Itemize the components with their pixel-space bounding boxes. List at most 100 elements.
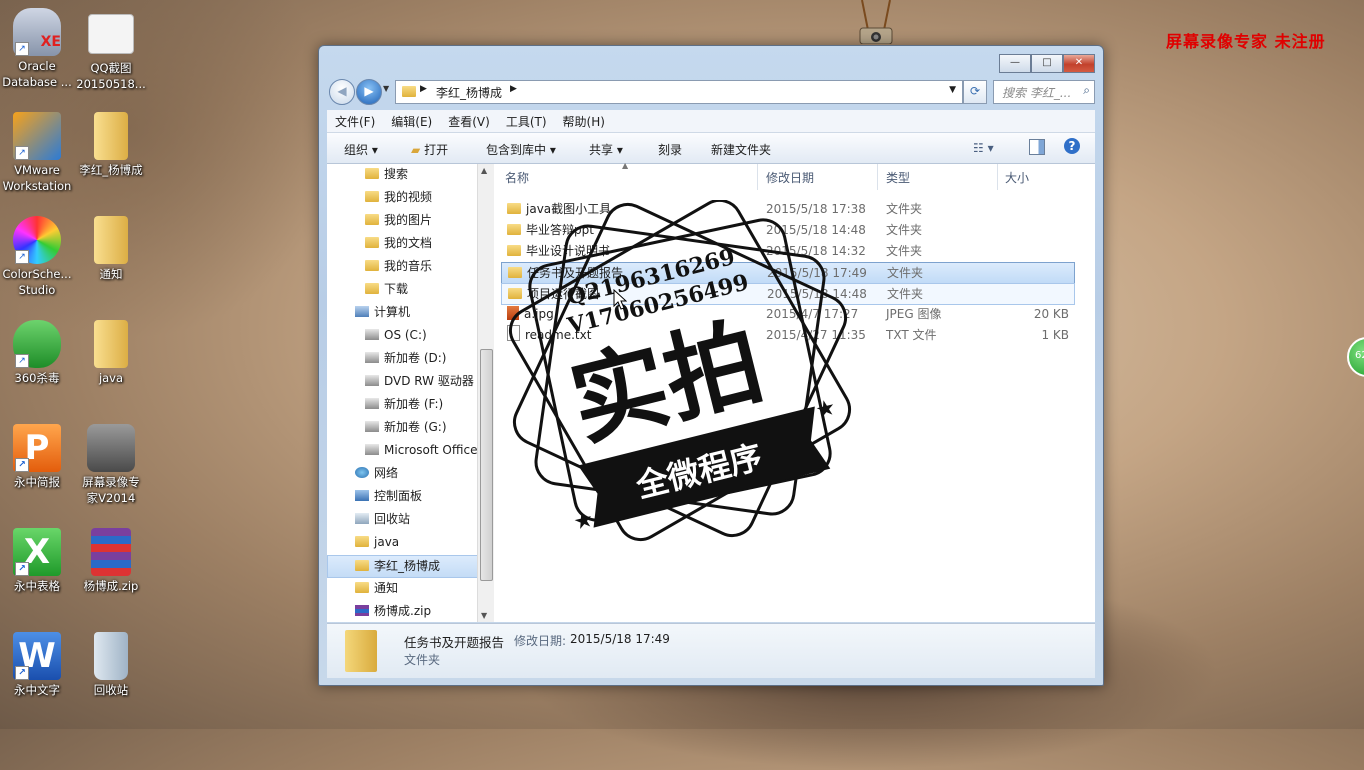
include-in-library-button[interactable]: 包含到库中 ▾ <box>486 141 556 158</box>
back-button[interactable]: ◀ <box>329 79 355 105</box>
archive-icon <box>91 528 131 576</box>
burn-button[interactable]: 刻录 <box>658 141 682 158</box>
folder-icon <box>507 245 521 256</box>
presentation-app-icon: P ↗ <box>13 424 61 472</box>
command-bar: 组织 ▾ ▰ 打开 包含到库中 ▾ 共享 ▾ 刻录 新建文件夹 ☷ ▾ ? <box>327 133 1095 164</box>
desktop-icon-colorscheme[interactable]: ↗ ColorSche... Studio <box>0 216 74 298</box>
menu-file[interactable]: 文件(F) <box>327 110 383 132</box>
nav-item-drive-f[interactable]: 新加卷 (F:) <box>365 394 443 415</box>
recent-pages-chevron-icon[interactable]: ▼ <box>383 84 389 93</box>
folder-icon <box>345 630 377 672</box>
folder-icon <box>94 216 128 264</box>
desktop-icon-recycle-bin[interactable]: 回收站 <box>74 632 148 698</box>
navigation-bar: ◀ ▶ ▼ ▶ 李红_杨博成 ▶ ▼ ⟳ 搜索 李红_... ⌕ <box>327 77 1095 107</box>
nav-item-notice[interactable]: 通知 <box>355 578 398 599</box>
new-folder-button[interactable]: 新建文件夹 <box>711 141 771 158</box>
open-icon: ▰ <box>411 143 421 157</box>
file-row[interactable]: a.jpg 2015/4/7 17:27 JPEG 图像 20 KB <box>501 304 1073 324</box>
menu-view[interactable]: 查看(V) <box>440 110 498 132</box>
nav-item-drive-g[interactable]: 新加卷 (G:) <box>365 417 447 438</box>
file-row[interactable]: java截图小工具 2015/5/18 17:38 文件夹 <box>501 199 1073 219</box>
desktop-icon-yozo-show[interactable]: P ↗ 永中简报 <box>0 424 74 490</box>
folder-icon <box>365 237 379 248</box>
nav-item-recycle-bin[interactable]: 回收站 <box>355 509 410 530</box>
details-pane: 任务书及开题报告 修改日期: 2015/5/18 17:49 文件夹 <box>327 623 1095 678</box>
open-button[interactable]: ▰ 打开 <box>411 141 448 158</box>
nav-item-network[interactable]: 网络 <box>355 463 398 484</box>
desktop-icon-screen-recorder[interactable]: 屏幕录像专 家V2014 <box>74 424 148 506</box>
desktop-icon-yozo-sheet[interactable]: X ↗ 永中表格 <box>0 528 74 594</box>
nav-item-computer[interactable]: 计算机 <box>355 302 410 323</box>
nav-item-downloads[interactable]: 下载 <box>365 279 408 300</box>
archive-icon <box>355 605 369 616</box>
nav-item-zip[interactable]: 杨博成.zip <box>355 601 431 622</box>
desktop-icon-zip[interactable]: 杨博成.zip <box>74 528 148 594</box>
file-row-selected[interactable]: 任务书及开题报告 2015/5/18 17:49 文件夹 <box>501 262 1075 284</box>
share-button[interactable]: 共享 ▾ <box>589 141 623 158</box>
mouse-cursor-icon <box>613 289 627 310</box>
details-type: 文件夹 <box>404 653 441 667</box>
breadcrumb-chevron-icon[interactable]: ▶ <box>510 84 517 94</box>
color-wheel-icon: ↗ <box>13 216 61 264</box>
navigation-pane: 搜索 我的视频 我的图片 我的文档 我的音乐 下载 计算机 OS (C:) 新加… <box>327 164 485 622</box>
nav-item-pictures[interactable]: 我的图片 <box>365 210 432 231</box>
file-row-hover[interactable]: 项目运行截图 2015/5/18 14:48 文件夹 <box>501 283 1075 305</box>
desktop-icon-folder-notice[interactable]: 通知 <box>74 216 148 282</box>
navigation-scrollbar[interactable]: ▲ ▼ <box>477 164 494 622</box>
desktop-icon-vmware[interactable]: ↗ VMware Workstation <box>0 112 74 194</box>
floating-badge[interactable]: 62 <box>1347 337 1364 377</box>
view-options-icon[interactable]: ☷ ▾ <box>973 141 994 155</box>
menu-edit[interactable]: 编辑(E) <box>383 110 440 132</box>
scroll-down-icon[interactable]: ▼ <box>481 611 487 620</box>
image-file-icon <box>507 306 519 320</box>
desktop-icon-yozo-writer[interactable]: W ↗ 永中文字 <box>0 632 74 698</box>
nav-item-search[interactable]: 搜索 <box>365 164 408 185</box>
column-header-size[interactable]: 大小 <box>1005 169 1029 186</box>
text-file-icon <box>507 325 520 341</box>
minimize-button[interactable]: — <box>999 54 1031 73</box>
folder-icon <box>365 168 379 179</box>
nav-item-lihong[interactable]: 李红_杨博成 <box>327 555 485 578</box>
column-header-name[interactable]: 名称 <box>505 169 529 186</box>
scroll-up-icon[interactable]: ▲ <box>481 166 487 175</box>
nav-item-drive-d[interactable]: 新加卷 (D:) <box>365 348 446 369</box>
database-icon: XE ↗ <box>13 8 61 56</box>
breadcrumb-chevron-icon[interactable]: ▶ <box>420 84 427 94</box>
folder-icon <box>355 560 369 571</box>
back-arrow-icon: ◀ <box>337 84 347 98</box>
nav-item-office[interactable]: Microsoft Office <box>365 440 477 461</box>
maximize-button[interactable]: □ <box>1031 54 1063 73</box>
explorer-window: — □ ✕ ◀ ▶ ▼ ▶ 李红_杨博成 ▶ ▼ ⟳ 搜索 李红_... ⌕ 文… <box>318 45 1104 686</box>
organize-button[interactable]: 组织 ▾ <box>344 141 378 158</box>
refresh-button[interactable]: ⟳ <box>963 80 987 104</box>
desktop-icon-oracle[interactable]: XE ↗ Oracle Database ... <box>0 8 74 90</box>
forward-button[interactable]: ▶ <box>356 79 382 105</box>
menu-bar: 文件(F) 编辑(E) 查看(V) 工具(T) 帮助(H) <box>327 110 1095 133</box>
nav-item-control-panel[interactable]: 控制面板 <box>355 486 422 507</box>
nav-item-java[interactable]: java <box>355 532 399 553</box>
preview-pane-icon[interactable] <box>1029 139 1045 155</box>
nav-item-documents[interactable]: 我的文档 <box>365 233 432 254</box>
nav-item-music[interactable]: 我的音乐 <box>365 256 432 277</box>
desktop-icon-folder-lihong[interactable]: 李红_杨博成 <box>74 112 148 178</box>
file-row[interactable]: 毕业答辩ppt 2015/5/18 14:48 文件夹 <box>501 220 1073 240</box>
close-button[interactable]: ✕ <box>1063 54 1095 73</box>
menu-help[interactable]: 帮助(H) <box>555 110 613 132</box>
nav-item-dvd[interactable]: DVD RW 驱动器 <box>365 371 474 392</box>
menu-tools[interactable]: 工具(T) <box>498 110 555 132</box>
breadcrumb-item[interactable]: 李红_杨博成 <box>436 84 502 101</box>
desktop-icon-360[interactable]: ↗ 360杀毒 <box>0 320 74 386</box>
file-row[interactable]: readme.txt 2015/4/27 11:35 TXT 文件 1 KB <box>501 325 1073 345</box>
nav-item-videos[interactable]: 我的视频 <box>365 187 432 208</box>
column-header-date[interactable]: 修改日期 <box>766 169 814 186</box>
search-input[interactable]: 搜索 李红_... ⌕ <box>993 80 1095 104</box>
desktop-icon-qq-screenshot[interactable]: QQ截图 20150518... <box>74 8 148 92</box>
desktop-icon-folder-java[interactable]: java <box>74 320 148 386</box>
address-bar[interactable]: ▶ 李红_杨博成 ▶ ▼ <box>395 80 963 104</box>
scrollbar-thumb[interactable] <box>480 349 493 581</box>
column-header-type[interactable]: 类型 <box>886 169 910 186</box>
file-row[interactable]: 毕业设计说明书 2015/5/18 14:32 文件夹 <box>501 241 1073 261</box>
nav-item-drive-c[interactable]: OS (C:) <box>365 325 427 346</box>
help-icon[interactable]: ? <box>1064 138 1080 154</box>
address-dropdown-icon[interactable]: ▼ <box>949 85 956 95</box>
